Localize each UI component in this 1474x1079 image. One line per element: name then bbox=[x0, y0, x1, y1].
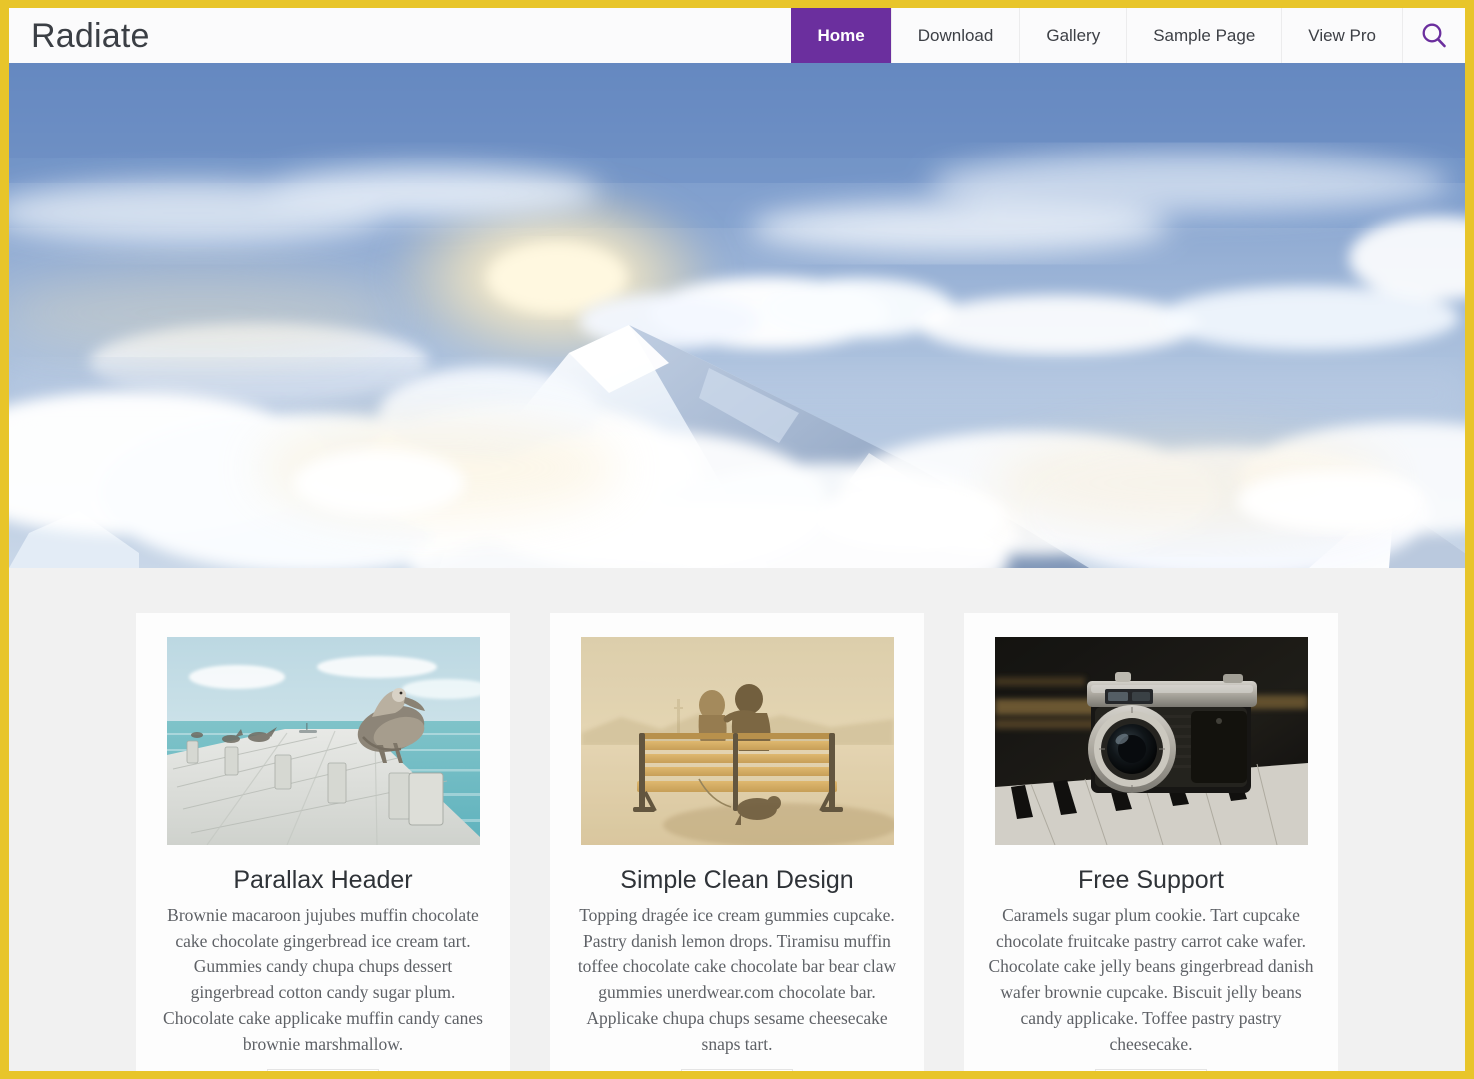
vintage-camera-illustration bbox=[994, 637, 1308, 845]
nav-item-home[interactable]: Home bbox=[790, 8, 891, 63]
pier-pelicans-illustration bbox=[166, 637, 480, 845]
site-title[interactable]: Radiate bbox=[9, 8, 150, 63]
nav-item-download[interactable]: Download bbox=[890, 8, 1020, 63]
page-frame: Radiate Home Download Gallery Sample Pag… bbox=[0, 0, 1474, 1079]
feature-card-wrapper: Parallax Header Brownie macaroon jujubes… bbox=[136, 613, 510, 1071]
bench-couple-illustration bbox=[580, 637, 894, 845]
card-description: Brownie macaroon jujubes muffin chocolat… bbox=[163, 905, 483, 1054]
search-icon bbox=[1419, 21, 1449, 51]
read-more-button[interactable]: Read more bbox=[1094, 1069, 1208, 1071]
feature-card-wrapper: Simple Clean Design Topping dragée ice c… bbox=[550, 613, 924, 1071]
read-more-button[interactable]: Read more bbox=[266, 1069, 380, 1071]
feature-card-wrapper: Free Support Caramels sugar plum cookie.… bbox=[964, 613, 1338, 1071]
card-thumbnail-parallax-header bbox=[166, 637, 480, 845]
search-toggle-button[interactable] bbox=[1402, 8, 1465, 63]
feature-card: Simple Clean Design Topping dragée ice c… bbox=[550, 613, 924, 1071]
hero-illustration bbox=[9, 63, 1465, 568]
nav-item-sample-page[interactable]: Sample Page bbox=[1126, 8, 1282, 63]
card-title: Simple Clean Design bbox=[620, 866, 854, 894]
features-section: Parallax Header Brownie macaroon jujubes… bbox=[9, 568, 1465, 1071]
read-more-button[interactable]: Read more bbox=[680, 1069, 794, 1071]
card-thumbnail-free-support bbox=[994, 637, 1308, 845]
card-title: Parallax Header bbox=[233, 866, 413, 894]
card-thumbnail-simple-clean-design bbox=[580, 637, 894, 845]
main-navigation: Home Download Gallery Sample Page View P… bbox=[790, 8, 1465, 63]
feature-card: Parallax Header Brownie macaroon jujubes… bbox=[136, 613, 510, 1071]
feature-cards-row: Parallax Header Brownie macaroon jujubes… bbox=[9, 613, 1465, 1071]
nav-item-gallery[interactable]: Gallery bbox=[1019, 8, 1127, 63]
feature-card: Free Support Caramels sugar plum cookie.… bbox=[964, 613, 1338, 1071]
hero-parallax-image bbox=[9, 63, 1465, 568]
card-description: Caramels sugar plum cookie. Tart cupcake… bbox=[988, 905, 1314, 1054]
card-title: Free Support bbox=[1078, 866, 1224, 894]
site-header: Radiate Home Download Gallery Sample Pag… bbox=[9, 8, 1465, 63]
card-description: Topping dragée ice cream gummies cupcake… bbox=[577, 905, 897, 1054]
nav-item-view-pro[interactable]: View Pro bbox=[1281, 8, 1402, 63]
